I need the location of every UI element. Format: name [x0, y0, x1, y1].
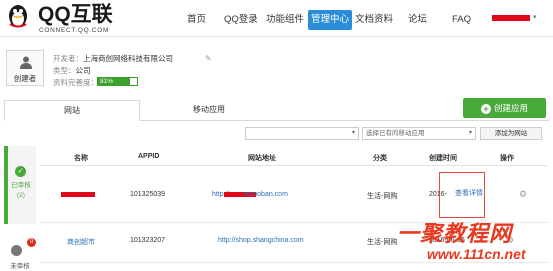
developer-key: 开发者： — [53, 54, 83, 63]
watermark-title: 一聚教程网 — [397, 221, 513, 246]
completeness-line: 资料完善度： — [53, 77, 98, 88]
gear-icon[interactable]: ⚙ — [519, 189, 527, 200]
mobile-app-select[interactable]: 选择已有的移动应用 ▾ — [362, 127, 476, 140]
nav-forum[interactable]: 论坛 — [408, 10, 427, 30]
approved-label: 已审核 (2) — [6, 181, 36, 201]
row1-appid: 101325039 — [130, 191, 166, 198]
nav-docs[interactable]: 文档资料 — [355, 10, 393, 30]
add-as-website-button[interactable]: 添加为网站 — [480, 127, 542, 140]
filter-select-1[interactable]: ▾ — [245, 127, 359, 140]
chevron-down-icon: ▾ — [468, 130, 472, 136]
tab-mobile-app[interactable]: 移动应用 — [140, 100, 278, 121]
type-key: 类型： — [53, 66, 76, 75]
row1-category: 生活-网购 — [367, 193, 398, 200]
th-url: 网站地址 — [248, 155, 276, 162]
th-name: 名称 — [74, 155, 88, 162]
th-category: 分类 — [373, 155, 387, 162]
th-created: 创建时间 — [429, 155, 457, 162]
user-menu-caret-icon[interactable]: ▾ — [533, 13, 537, 21]
row2-category: 生活-网购 — [367, 239, 398, 246]
mobile-app-select-placeholder: 选择已有的移动应用 — [366, 130, 425, 137]
approved-text: 已审核 — [11, 182, 31, 189]
create-app-button[interactable]: + 创建应用 — [463, 98, 546, 118]
row1-url-suffix[interactable]: .ecmoban.com — [242, 191, 288, 198]
create-app-label: 创建应用 — [493, 103, 528, 113]
top-header: QQ互联 CONNECT.QQ.COM 首页 QQ登录 功能组件 管理中心 文档… — [0, 0, 553, 37]
edit-pencil-icon[interactable]: ✎ — [205, 54, 212, 63]
check-circle-icon: ✓ — [15, 166, 26, 177]
watermark-url: www.111cn.net — [427, 246, 526, 262]
completeness-key: 资料完善度： — [53, 78, 98, 87]
pending-label: 未审核 — [10, 263, 30, 270]
user-silhouette-icon — [20, 56, 32, 69]
creator-label: 创建者 — [13, 74, 37, 83]
creator-avatar-box: 创建者 — [6, 50, 44, 86]
th-actions: 操作 — [500, 155, 514, 162]
view-details-link[interactable]: 查看详情 — [455, 188, 483, 198]
developer-value: 上海商创网络科技有限公司 — [83, 54, 173, 63]
tab-website[interactable]: 网站 — [4, 100, 140, 121]
main-nav: 首页 QQ登录 功能组件 管理中心 文档资料 论坛 FAQ — [0, 10, 553, 30]
clock-icon — [11, 245, 22, 256]
completeness-progress-bar: 81% — [97, 77, 138, 86]
plus-icon: + — [480, 104, 491, 114]
nav-faq[interactable]: FAQ — [452, 10, 471, 30]
approved-count: (2) — [17, 192, 25, 199]
table-header: 名称 APPID 网站地址 分类 创建时间 操作 — [40, 150, 548, 166]
nav-qq-login[interactable]: QQ登录 — [224, 10, 258, 30]
chevron-down-icon: ▾ — [351, 130, 355, 136]
completeness-percent: 81% — [100, 78, 114, 85]
app-name-redacted[interactable] — [61, 192, 95, 197]
nav-components[interactable]: 功能组件 — [266, 10, 304, 30]
username-redacted[interactable] — [492, 15, 530, 21]
watermark: 一聚教程网 www.111cn.net — [397, 216, 553, 271]
status-pending[interactable]: 0 未审核 — [4, 230, 36, 271]
status-approved[interactable]: ✓ 已审核 (2) — [4, 146, 36, 224]
type-value: 公司 — [75, 66, 91, 75]
row2-appid: 101323207 — [130, 237, 166, 244]
type-line: 类型：公司 — [53, 65, 91, 76]
row2-name[interactable]: 商创超市 — [67, 237, 95, 247]
pending-badge: 0 — [27, 238, 36, 247]
nav-management-center[interactable]: 管理中心 — [308, 10, 353, 30]
row2-url[interactable]: http://shop.shangchina.com — [218, 237, 304, 244]
nav-home[interactable]: 首页 — [187, 10, 206, 30]
th-appid: APPID — [138, 153, 160, 160]
developer-line: 开发者：上海商创网络科技有限公司 — [53, 53, 173, 64]
